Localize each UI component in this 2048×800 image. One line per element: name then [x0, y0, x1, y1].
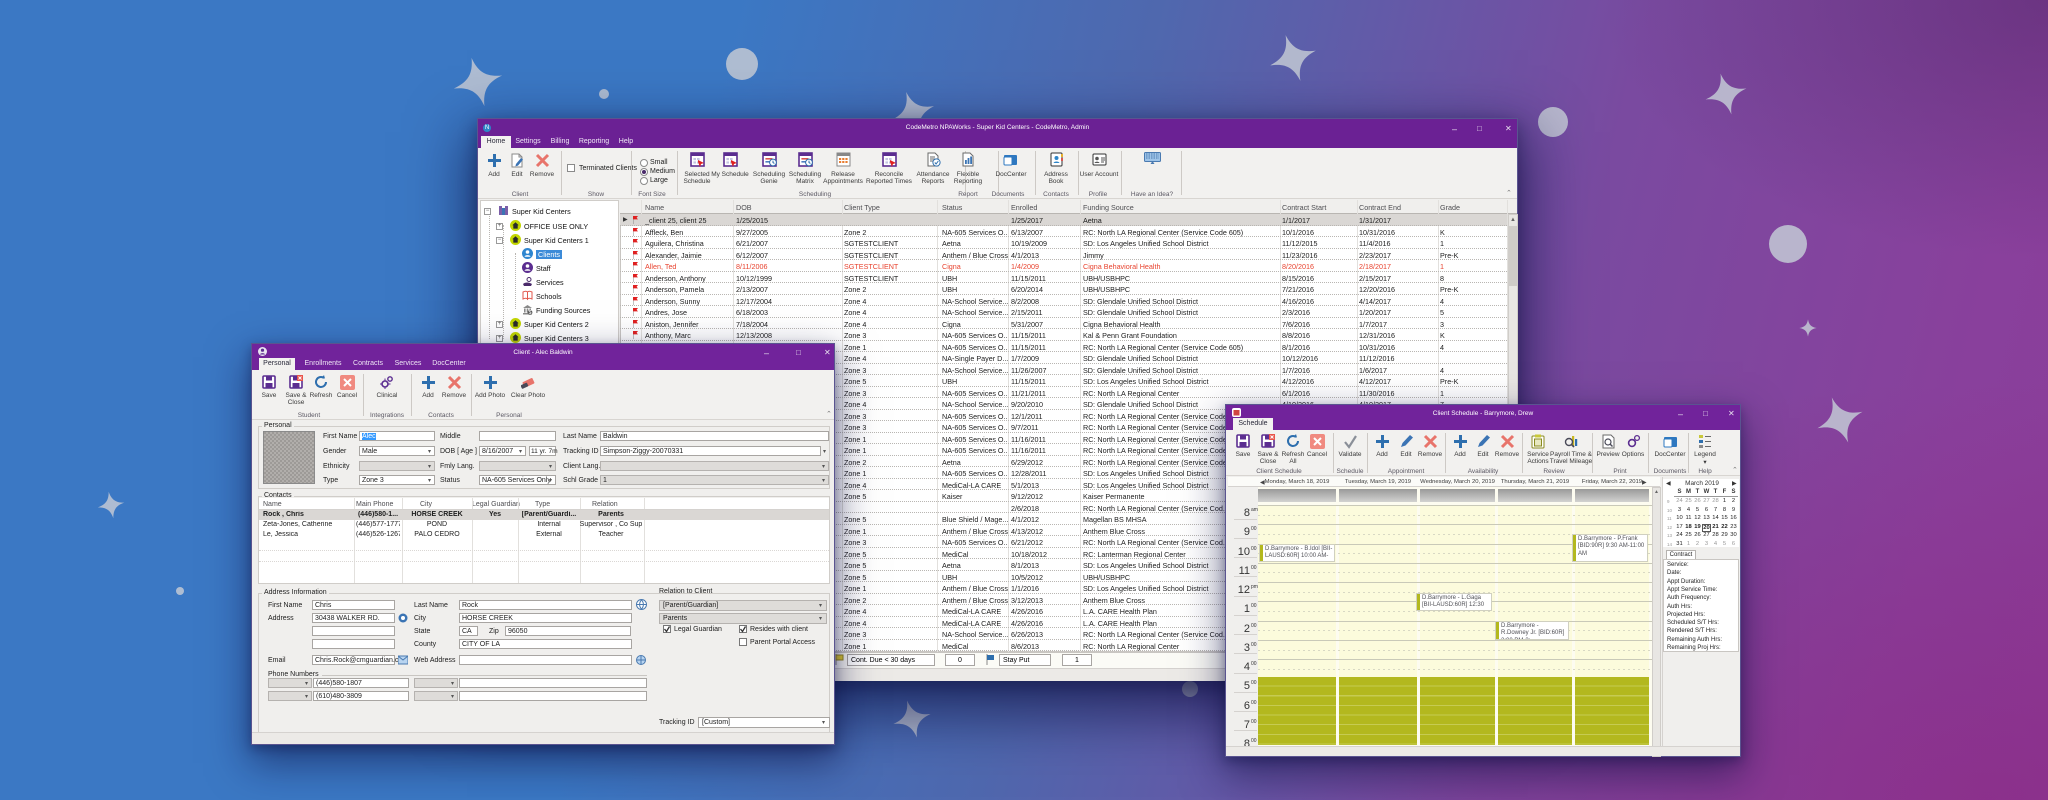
svg-text:$: $: [529, 310, 532, 315]
